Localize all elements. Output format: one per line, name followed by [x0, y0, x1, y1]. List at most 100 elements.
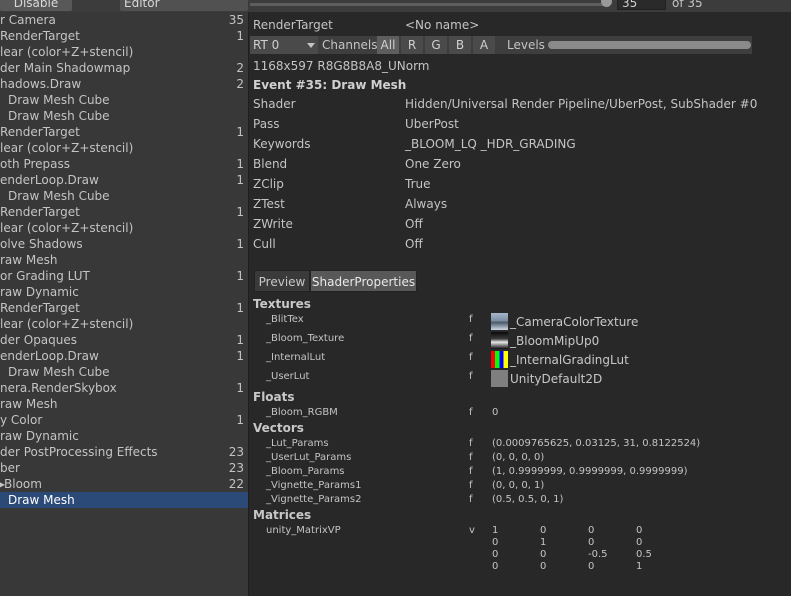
- levels-label: Levels: [507, 38, 545, 52]
- vector-value: (1, 0.9999999, 0.9999999, 0.9999999): [492, 466, 688, 477]
- event-row[interactable]: enderLoop.Draw 1: [0, 348, 248, 364]
- matrix-name: unity_MatrixVP: [266, 525, 341, 536]
- texture-name: _BloomMipUp0: [510, 334, 600, 348]
- vector-property-name: _Vignette_Params1: [266, 480, 362, 491]
- event-row[interactable]: y Color 1: [0, 412, 248, 428]
- event-row[interactable]: ber 23: [0, 460, 248, 476]
- event-row[interactable]: lear (color+Z+stencil): [0, 44, 248, 60]
- channels-label: Channels: [322, 38, 378, 52]
- event-row[interactable]: der PostProcessing Effects 23: [0, 444, 248, 460]
- disable-button[interactable]: Disable: [0, 0, 72, 11]
- matrix-cell: 0: [588, 561, 595, 572]
- event-row[interactable]: Draw Mesh Cube: [0, 188, 248, 204]
- texture-thumbnail[interactable]: [491, 351, 508, 368]
- vector-value: (0.0009765625, 0.03125, 31, 0.8122524): [492, 438, 701, 449]
- event-row-label: ber: [0, 461, 20, 475]
- tab-shader-properties[interactable]: ShaderProperties: [310, 270, 417, 292]
- event-row[interactable]: hadows.Draw 2: [0, 76, 248, 92]
- texture-name: UnityDefault2D: [510, 372, 603, 386]
- event-row[interactable]: enderLoop.Draw 1: [0, 172, 248, 188]
- event-row-label: raw Dynamic: [0, 429, 79, 443]
- vector-value: (0, 0, 0, 0): [492, 452, 545, 463]
- texture-thumbnail[interactable]: [491, 370, 508, 387]
- property-label: Shader: [253, 97, 296, 111]
- event-row-count: 35: [228, 13, 244, 27]
- event-row-label: nera.RenderSkybox: [0, 381, 117, 395]
- editor-dropdown[interactable]: Editor: [120, 0, 248, 11]
- rt-select-value: RT 0: [253, 38, 280, 52]
- event-row[interactable]: lear (color+Z+stencil): [0, 316, 248, 332]
- levels-range-slider[interactable]: [548, 41, 751, 49]
- texture-thumbnail[interactable]: [491, 313, 508, 330]
- event-row-count: 1: [236, 29, 244, 43]
- chevron-down-icon: [307, 43, 315, 48]
- event-row[interactable]: lear (color+Z+stencil): [0, 220, 248, 236]
- event-row-label: hadows.Draw: [0, 77, 82, 91]
- event-row[interactable]: RenderTarget 1: [0, 204, 248, 220]
- event-row-count: 23: [228, 461, 244, 475]
- channel-a-button[interactable]: A: [473, 36, 495, 54]
- event-row[interactable]: ▸ Bloom 22: [0, 476, 248, 492]
- event-row-count: 2: [236, 61, 244, 75]
- event-row[interactable]: or Grading LUT 1: [0, 268, 248, 284]
- event-number-field[interactable]: 35: [617, 0, 666, 10]
- event-row[interactable]: raw Dynamic: [0, 428, 248, 444]
- texture-property-name: _InternalLut: [266, 352, 326, 363]
- event-row-label: der Main Shadowmap: [0, 61, 131, 75]
- event-row[interactable]: der Opaques 1: [0, 332, 248, 348]
- textures-heading: Textures: [253, 297, 311, 311]
- event-row[interactable]: RenderTarget 1: [0, 124, 248, 140]
- event-row-count: 1: [236, 269, 244, 283]
- property-label: ZWrite: [253, 217, 293, 231]
- texture-thumbnail[interactable]: [491, 332, 508, 349]
- property-value: True: [405, 177, 431, 191]
- event-row[interactable]: Draw Mesh Cube: [0, 92, 248, 108]
- event-row-label: RenderTarget: [0, 205, 80, 219]
- event-row-label: Draw Mesh Cube: [8, 93, 110, 107]
- event-row[interactable]: nera.RenderSkybox 1: [0, 380, 248, 396]
- matrix-cell: 1: [540, 537, 547, 548]
- matrix-cell: 0: [636, 537, 643, 548]
- event-row[interactable]: RenderTarget 1: [0, 28, 248, 44]
- event-row[interactable]: lear (color+Z+stencil): [0, 140, 248, 156]
- channel-r-button[interactable]: R: [401, 36, 423, 54]
- matrices-heading: Matrices: [253, 508, 312, 522]
- texture-format-label: 1168x597 R8G8B8A8_UNorm: [253, 59, 430, 73]
- event-row-label: enderLoop.Draw: [0, 349, 99, 363]
- event-row[interactable]: r Camera 35: [0, 12, 248, 28]
- channel-g-button[interactable]: G: [425, 36, 447, 54]
- property-value: UberPost: [405, 117, 459, 131]
- event-row[interactable]: olve Shadows 1: [0, 236, 248, 252]
- channel-b-button[interactable]: B: [449, 36, 471, 54]
- event-row-label: y Color: [0, 413, 43, 427]
- event-row[interactable]: Draw Mesh: [0, 492, 248, 508]
- matrix-cell: 0: [492, 561, 499, 572]
- event-row-count: 1: [236, 333, 244, 347]
- event-row[interactable]: RenderTarget 1: [0, 300, 248, 316]
- event-row-label: lear (color+Z+stencil): [0, 45, 134, 59]
- event-row[interactable]: raw Mesh: [0, 252, 248, 268]
- vector-property-name: _Lut_Params: [266, 438, 329, 449]
- property-label: Blend: [253, 157, 288, 171]
- event-row[interactable]: Draw Mesh Cube: [0, 108, 248, 124]
- event-row[interactable]: oth Prepass 1: [0, 156, 248, 172]
- texture-property-name: _BlitTex: [266, 314, 304, 325]
- float-property-name: _Bloom_RGBM: [266, 407, 338, 418]
- property-value: Off: [405, 217, 423, 231]
- event-row[interactable]: raw Dynamic: [0, 284, 248, 300]
- tab-preview[interactable]: Preview: [254, 270, 310, 292]
- channel-all-button[interactable]: All: [377, 36, 399, 54]
- event-row[interactable]: Draw Mesh Cube: [0, 364, 248, 380]
- texture-name: _InternalGradingLut: [510, 353, 629, 367]
- vector-stage: f: [469, 438, 473, 449]
- matrix-cell: 0: [492, 549, 499, 560]
- event-slider-track[interactable]: [250, 3, 608, 6]
- rt-select-dropdown[interactable]: RT 0: [250, 36, 318, 54]
- property-value: Off: [405, 237, 423, 251]
- event-row-count: 2: [236, 77, 244, 91]
- matrix-cell: 0: [588, 537, 595, 548]
- panel-divider[interactable]: [248, 12, 249, 596]
- event-row[interactable]: der Main Shadowmap 2: [0, 60, 248, 76]
- event-row[interactable]: raw Mesh: [0, 396, 248, 412]
- event-row-label: RenderTarget: [0, 29, 80, 43]
